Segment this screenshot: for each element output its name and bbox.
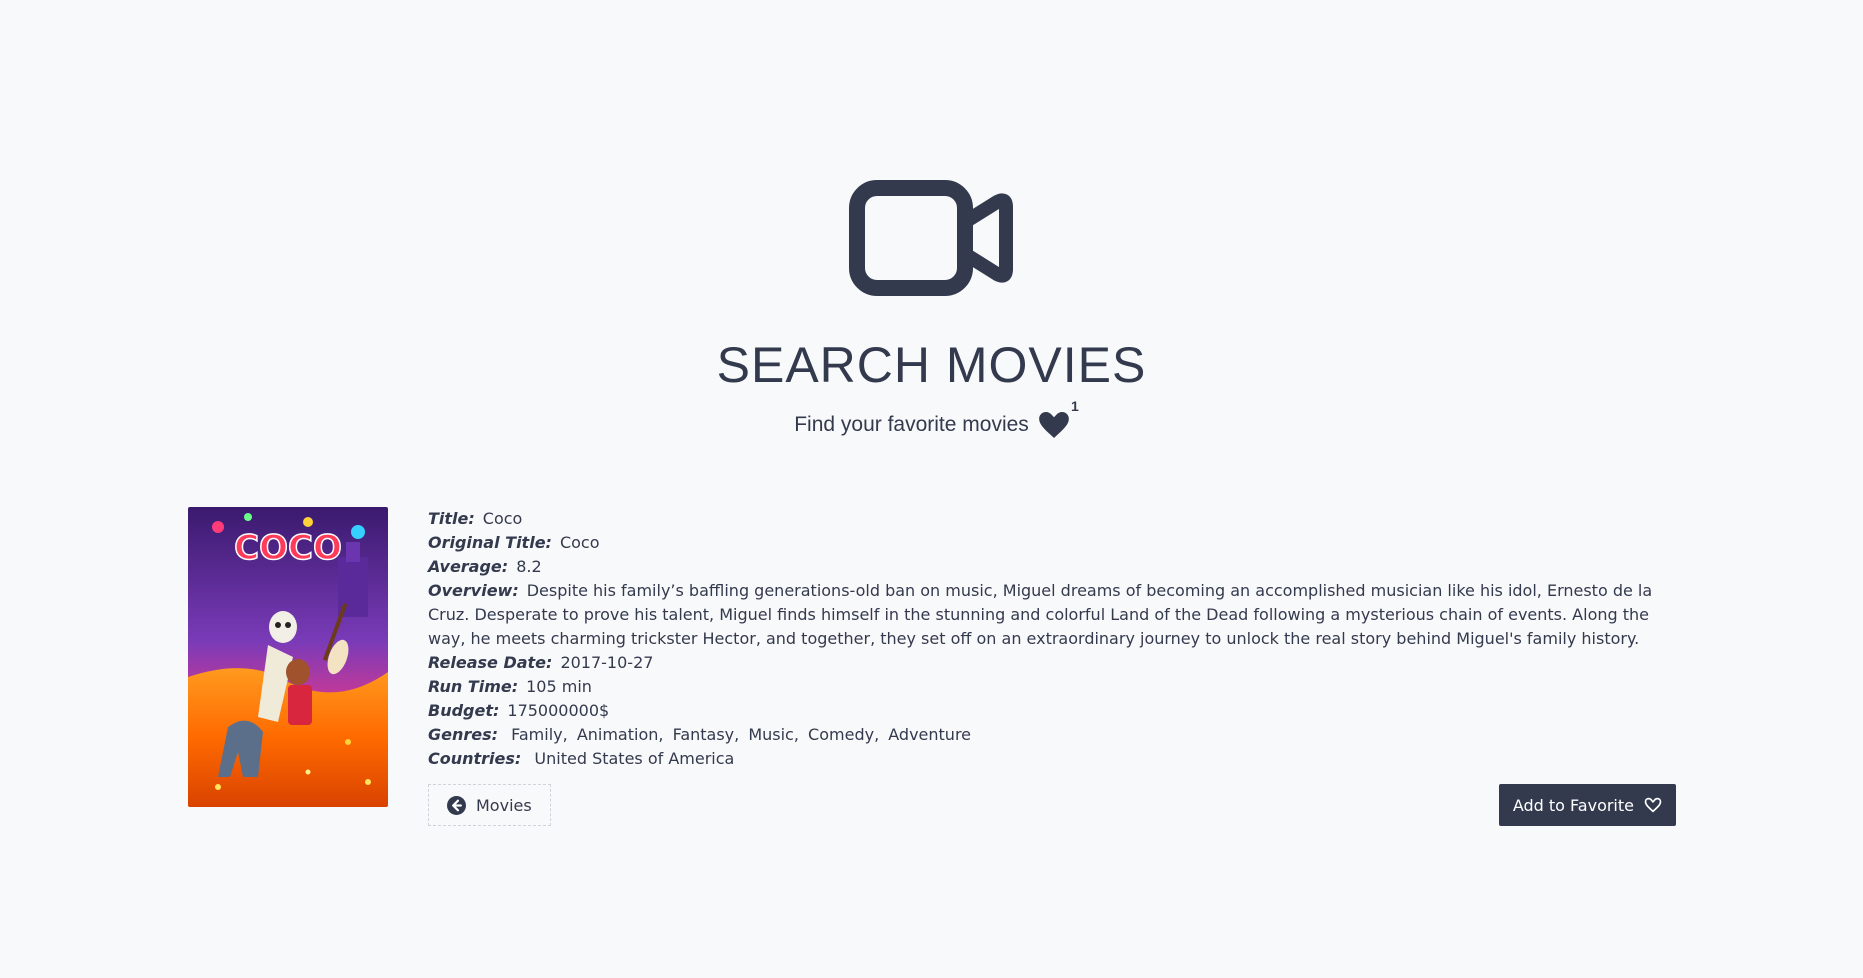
movie-poster: COCO [188, 507, 388, 807]
release-date-row: Release Date: 2017-10-27 [428, 651, 1676, 675]
add-to-favorite-button[interactable]: Add to Favorite [1498, 784, 1676, 826]
video-camera-icon [849, 180, 1013, 296]
genre-item: Animation [577, 725, 664, 744]
budget-row: Budget: 175000000$ [428, 699, 1676, 723]
genre-item: Comedy [808, 725, 879, 744]
countries-row: Countries: United States of America [428, 747, 1676, 771]
overview-row: Overview: Despite his family’s baffling g… [428, 579, 1676, 651]
back-to-movies-button[interactable]: Movies [428, 784, 551, 826]
genre-item: Fantasy [673, 725, 740, 744]
original-title-row: Original Title: Coco [428, 531, 1676, 555]
release-date-label: Release Date: [428, 653, 553, 672]
movie-info: Title: Coco Original Title: Coco Average: 8… [428, 507, 1676, 771]
title-value: Coco [482, 509, 523, 528]
average-label: Average: [428, 557, 509, 576]
page-title: SEARCH MOVIES [716, 337, 1147, 393]
hero-header: SEARCH MOVIES Find your favorite movies … [0, 180, 1863, 438]
run-time-label: Run Time: [428, 677, 519, 696]
back-button-label: Movies [476, 795, 532, 815]
genre-item: Music [748, 725, 799, 744]
genre-item: Family [511, 725, 568, 744]
average-value: 8.2 [516, 557, 542, 576]
title-row: Title: Coco [428, 507, 1676, 531]
average-row: Average: 8.2 [428, 555, 1676, 579]
original-title-value: Coco [559, 533, 600, 552]
budget-label: Budget: [428, 701, 500, 720]
heart-outline-icon [1644, 797, 1662, 813]
favorites-counter[interactable]: 1 [1038, 398, 1079, 438]
subtitle-text: Find your favorite movies [794, 413, 1029, 436]
arrow-circle-left-icon [447, 795, 466, 815]
countries-label: Countries: [428, 749, 522, 768]
genre-item: Adventure [888, 725, 972, 744]
favorites-count-badge: 1 [1071, 398, 1079, 414]
original-title-label: Original Title: [428, 533, 552, 552]
title-label: Title: [428, 509, 475, 528]
overview-label: Overview: [428, 581, 519, 600]
poster-title-art: COCO [234, 528, 342, 568]
movie-poster-image: COCO [188, 507, 388, 807]
overview-value: Despite his family’s baffling generation… [428, 581, 1653, 648]
genres-label: Genres: [428, 725, 499, 744]
page: SEARCH MOVIES Find your favorite movies … [0, 0, 1863, 978]
run-time-value: 105 min [526, 677, 592, 696]
budget-value: 175000000$ [507, 701, 610, 720]
detail-actions: Movies Add to Favorite [428, 784, 1676, 826]
page-subtitle: Find your favorite movies 1 [794, 398, 1079, 438]
genres-row: Genres: Family Animation Fantasy Music C… [428, 723, 1676, 747]
heart-icon [1038, 412, 1069, 438]
run-time-row: Run Time: 105 min [428, 675, 1676, 699]
add-to-favorite-label: Add to Favorite [1512, 795, 1634, 815]
countries-value: United States of America [534, 749, 735, 768]
release-date-value: 2017-10-27 [560, 653, 654, 672]
